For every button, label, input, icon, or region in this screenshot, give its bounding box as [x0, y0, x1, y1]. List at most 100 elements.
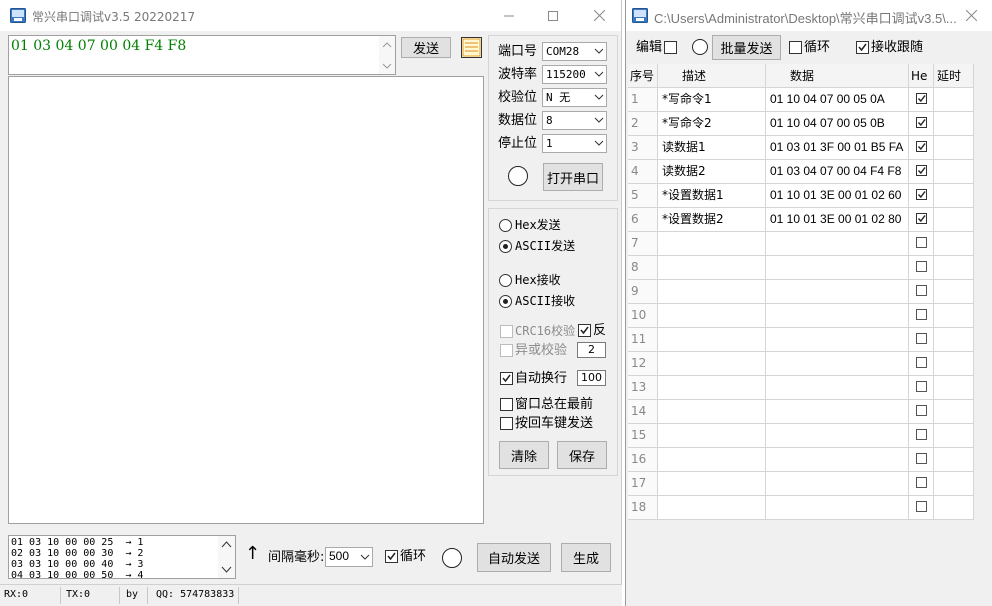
- table-row[interactable]: 16: [628, 448, 974, 472]
- row-number-cell[interactable]: 18: [628, 496, 658, 520]
- table-row[interactable]: 6 *设置数据2 01 10 01 3E 00 01 02 80: [628, 208, 974, 232]
- hex-checkbox[interactable]: [916, 261, 927, 272]
- hex-checkbox[interactable]: [916, 501, 927, 512]
- delay-cell[interactable]: [934, 136, 974, 160]
- row-number-cell[interactable]: 13: [628, 376, 658, 400]
- hex-checkbox[interactable]: [916, 141, 927, 152]
- command-list[interactable]: 01 03 10 00 00 25 → 1 02 03 10 00 00 30 …: [8, 535, 236, 579]
- row-number-cell[interactable]: 14: [628, 400, 658, 424]
- table-row[interactable]: 11: [628, 328, 974, 352]
- hex-cell[interactable]: [909, 256, 934, 280]
- send-button[interactable]: 发送: [401, 37, 451, 58]
- description-cell[interactable]: *写命令1: [658, 88, 766, 112]
- description-cell[interactable]: 读数据1: [658, 136, 766, 160]
- description-cell[interactable]: *写命令2: [658, 112, 766, 136]
- port-select[interactable]: COM28: [542, 42, 607, 61]
- title-bar[interactable]: C:\Users\Administrator\Desktop\常兴串口调试v3.…: [626, 0, 992, 31]
- data-cell[interactable]: [766, 448, 909, 472]
- data-cell[interactable]: [766, 400, 909, 424]
- command-list-scrollbar[interactable]: [218, 536, 235, 578]
- ascii-recv-radio[interactable]: [499, 295, 512, 308]
- description-cell[interactable]: [658, 328, 766, 352]
- delay-cell[interactable]: [934, 160, 974, 184]
- data-cell[interactable]: [766, 424, 909, 448]
- data-cell[interactable]: [766, 232, 909, 256]
- hex-cell[interactable]: [909, 376, 934, 400]
- auto-newline-value-input[interactable]: 100: [577, 370, 606, 386]
- description-cell[interactable]: [658, 232, 766, 256]
- baud-select[interactable]: 115200: [542, 65, 607, 84]
- table-row[interactable]: 9: [628, 280, 974, 304]
- hex-checkbox[interactable]: [916, 93, 927, 104]
- description-cell[interactable]: *设置数据1: [658, 184, 766, 208]
- delay-cell[interactable]: [934, 184, 974, 208]
- always-top-checkbox[interactable]: [500, 398, 513, 411]
- hex-checkbox[interactable]: [916, 429, 927, 440]
- delay-cell[interactable]: [934, 304, 974, 328]
- xor-value-input[interactable]: 2: [577, 342, 606, 358]
- close-button[interactable]: [953, 0, 989, 31]
- hex-checkbox[interactable]: [916, 285, 927, 296]
- column-header-hex[interactable]: He: [909, 64, 934, 88]
- description-cell[interactable]: 读数据2: [658, 160, 766, 184]
- parity-select[interactable]: N 无: [542, 88, 607, 107]
- hex-cell[interactable]: [909, 352, 934, 376]
- generate-button[interactable]: 生成: [561, 543, 611, 572]
- delay-cell[interactable]: [934, 424, 974, 448]
- row-number-cell[interactable]: 2: [628, 112, 658, 136]
- row-number-cell[interactable]: 10: [628, 304, 658, 328]
- hex-cell[interactable]: [909, 184, 934, 208]
- stopbits-select[interactable]: 1: [542, 134, 607, 153]
- description-cell[interactable]: [658, 472, 766, 496]
- auto-send-button[interactable]: 自动发送: [477, 543, 551, 572]
- table-row[interactable]: 3 读数据1 01 03 01 3F 00 01 B5 FA: [628, 136, 974, 160]
- hex-checkbox[interactable]: [916, 357, 927, 368]
- table-row[interactable]: 2 *写命令2 01 10 04 07 00 05 0B: [628, 112, 974, 136]
- row-number-cell[interactable]: 6: [628, 208, 658, 232]
- data-cell[interactable]: 01 03 04 07 00 04 F4 F8: [766, 160, 909, 184]
- hex-checkbox[interactable]: [916, 453, 927, 464]
- row-number-cell[interactable]: 15: [628, 424, 658, 448]
- data-cell[interactable]: [766, 304, 909, 328]
- command-grid[interactable]: 序号 描述 数据 He 延时 1 *写命令1 01 10 04 07 00 05 0…: [628, 64, 974, 520]
- delay-cell[interactable]: [934, 88, 974, 112]
- delay-cell[interactable]: [934, 328, 974, 352]
- list-item[interactable]: 02 03 10 00 00 30 → 2: [11, 548, 143, 559]
- hex-cell[interactable]: [909, 496, 934, 520]
- table-row[interactable]: 1 *写命令1 01 10 04 07 00 05 0A: [628, 88, 974, 112]
- description-cell[interactable]: [658, 352, 766, 376]
- hex-cell[interactable]: [909, 280, 934, 304]
- ascii-send-radio[interactable]: [499, 240, 512, 253]
- recv-follow-checkbox[interactable]: [856, 41, 869, 54]
- databits-select[interactable]: 8: [542, 111, 607, 130]
- column-header-data[interactable]: 数据: [766, 64, 909, 88]
- row-number-cell[interactable]: 16: [628, 448, 658, 472]
- maximize-button[interactable]: [530, 0, 576, 31]
- delay-cell[interactable]: [934, 376, 974, 400]
- edit-checkbox[interactable]: [664, 41, 677, 54]
- row-number-cell[interactable]: 7: [628, 232, 658, 256]
- hex-checkbox[interactable]: [916, 477, 927, 488]
- data-cell[interactable]: [766, 472, 909, 496]
- table-row[interactable]: 15: [628, 424, 974, 448]
- hex-cell[interactable]: [909, 136, 934, 160]
- data-cell[interactable]: [766, 496, 909, 520]
- auto-newline-checkbox[interactable]: [500, 372, 513, 385]
- reverse-checkbox[interactable]: [578, 324, 591, 337]
- table-row[interactable]: 4 读数据2 01 03 04 07 00 04 F4 F8: [628, 160, 974, 184]
- data-cell[interactable]: 01 10 04 07 00 05 0A: [766, 88, 909, 112]
- hex-send-radio[interactable]: [499, 219, 512, 232]
- description-cell[interactable]: [658, 280, 766, 304]
- xor-checkbox[interactable]: [500, 344, 513, 357]
- description-cell[interactable]: [658, 448, 766, 472]
- data-cell[interactable]: 01 10 01 3E 00 01 02 80: [766, 208, 909, 232]
- note-icon[interactable]: [461, 37, 482, 58]
- hex-recv-radio[interactable]: [499, 274, 512, 287]
- row-number-cell[interactable]: 17: [628, 472, 658, 496]
- hex-cell[interactable]: [909, 424, 934, 448]
- delay-cell[interactable]: [934, 400, 974, 424]
- hex-cell[interactable]: [909, 400, 934, 424]
- close-button[interactable]: [576, 0, 622, 31]
- delay-cell[interactable]: [934, 208, 974, 232]
- description-cell[interactable]: [658, 400, 766, 424]
